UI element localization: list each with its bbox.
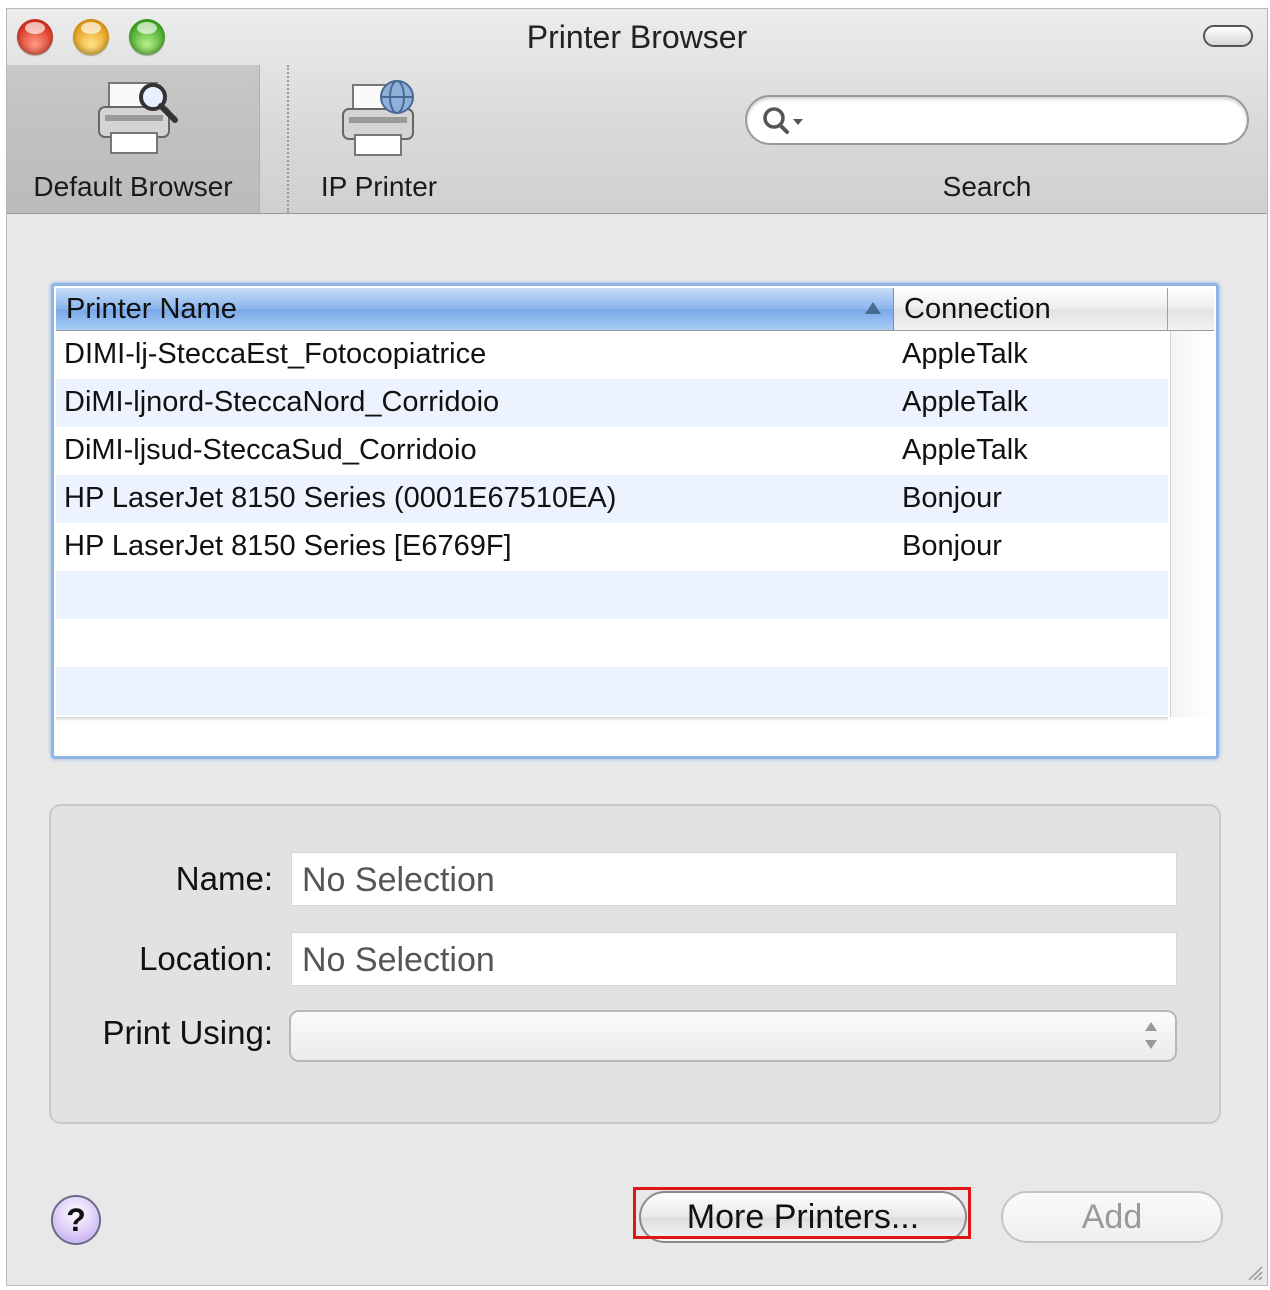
printer-globe-icon (341, 77, 423, 166)
table-row[interactable]: DiMI-ljnord-SteccaNord_Corridoio AppleTa… (56, 379, 1168, 427)
vertical-scrollbar[interactable] (1170, 331, 1213, 717)
default-browser-label: Default Browser (33, 171, 233, 202)
printer-list-table[interactable]: Printer Name Connection DIMI-lj-SteccaEs… (51, 283, 1219, 759)
column-header-connection[interactable]: Connection (894, 288, 1168, 330)
name-field[interactable]: No Selection (291, 852, 1177, 906)
ip-printer-tab[interactable]: IP Printer (287, 65, 469, 213)
print-using-label: Print Using: (102, 1014, 273, 1051)
table-header: Printer Name Connection (56, 288, 1214, 331)
ip-printer-label: IP Printer (320, 171, 438, 202)
window-chrome: Printer Browser Default Browser IP Print… (7, 9, 1267, 214)
connection-cell: AppleTalk (902, 338, 1028, 370)
printer-name-cell: DIMI-lj-SteccaEst_Fotocopiatrice (64, 338, 487, 370)
search-input[interactable] (817, 103, 1221, 139)
search-toolbar-item: Search (717, 65, 1257, 213)
table-row[interactable]: DiMI-ljsud-SteccaSud_Corridoio AppleTalk (56, 427, 1168, 475)
printer-magnifier-icon (95, 77, 181, 166)
connection-cell: Bonjour (902, 530, 1002, 562)
search-label: Search (942, 171, 1032, 202)
table-row (56, 667, 1168, 715)
sort-ascending-icon (865, 302, 881, 314)
printer-info-group: Name: No Selection Location: No Selectio… (49, 804, 1221, 1124)
column-header-label: Connection (904, 293, 1051, 325)
up-down-arrows-icon (1143, 1020, 1159, 1052)
name-label: Name: (175, 860, 273, 897)
location-value: No Selection (302, 941, 495, 979)
table-row (56, 619, 1168, 667)
table-rows: DIMI-lj-SteccaEst_Fotocopiatrice AppleTa… (56, 331, 1168, 715)
connection-cell: AppleTalk (902, 386, 1028, 418)
print-using-popup[interactable] (289, 1010, 1177, 1062)
help-button[interactable]: ? (51, 1195, 101, 1245)
column-header-filler (1168, 288, 1214, 330)
printer-name-cell: HP LaserJet 8150 Series [E6769F] (64, 530, 512, 562)
connection-cell: Bonjour (902, 482, 1002, 514)
resize-grip-icon[interactable] (1245, 1263, 1263, 1281)
title-bar: Printer Browser (7, 9, 1267, 65)
table-row[interactable]: DIMI-lj-SteccaEst_Fotocopiatrice AppleTa… (56, 331, 1168, 379)
printer-browser-window: Printer Browser Default Browser IP Print… (6, 8, 1268, 1286)
printer-name-cell: HP LaserJet 8150 Series (0001E67510EA) (64, 482, 617, 514)
printer-name-cell: DiMI-ljnord-SteccaNord_Corridoio (64, 386, 500, 418)
default-browser-tab[interactable]: Default Browser (7, 65, 260, 213)
column-header-label: Printer Name (66, 293, 237, 325)
location-label: Location: (139, 940, 273, 977)
column-header-printer-name[interactable]: Printer Name (56, 288, 894, 330)
name-value: No Selection (302, 861, 495, 899)
search-icon[interactable] (761, 105, 811, 142)
table-row[interactable]: HP LaserJet 8150 Series [E6769F] Bonjour (56, 523, 1168, 571)
table-row (56, 571, 1168, 619)
table-bottom-edge (56, 717, 1168, 721)
search-field[interactable] (745, 95, 1249, 145)
more-printers-button[interactable]: More Printers... (639, 1191, 967, 1243)
connection-cell: AppleTalk (902, 434, 1028, 466)
toolbar-toggle-button[interactable] (1203, 25, 1253, 47)
table-row[interactable]: HP LaserJet 8150 Series (0001E67510EA) B… (56, 475, 1168, 523)
printer-name-cell: DiMI-ljsud-SteccaSud_Corridoio (64, 434, 477, 466)
location-field[interactable]: No Selection (291, 932, 1177, 986)
window-title: Printer Browser (526, 19, 748, 55)
add-button[interactable]: Add (1001, 1191, 1223, 1243)
